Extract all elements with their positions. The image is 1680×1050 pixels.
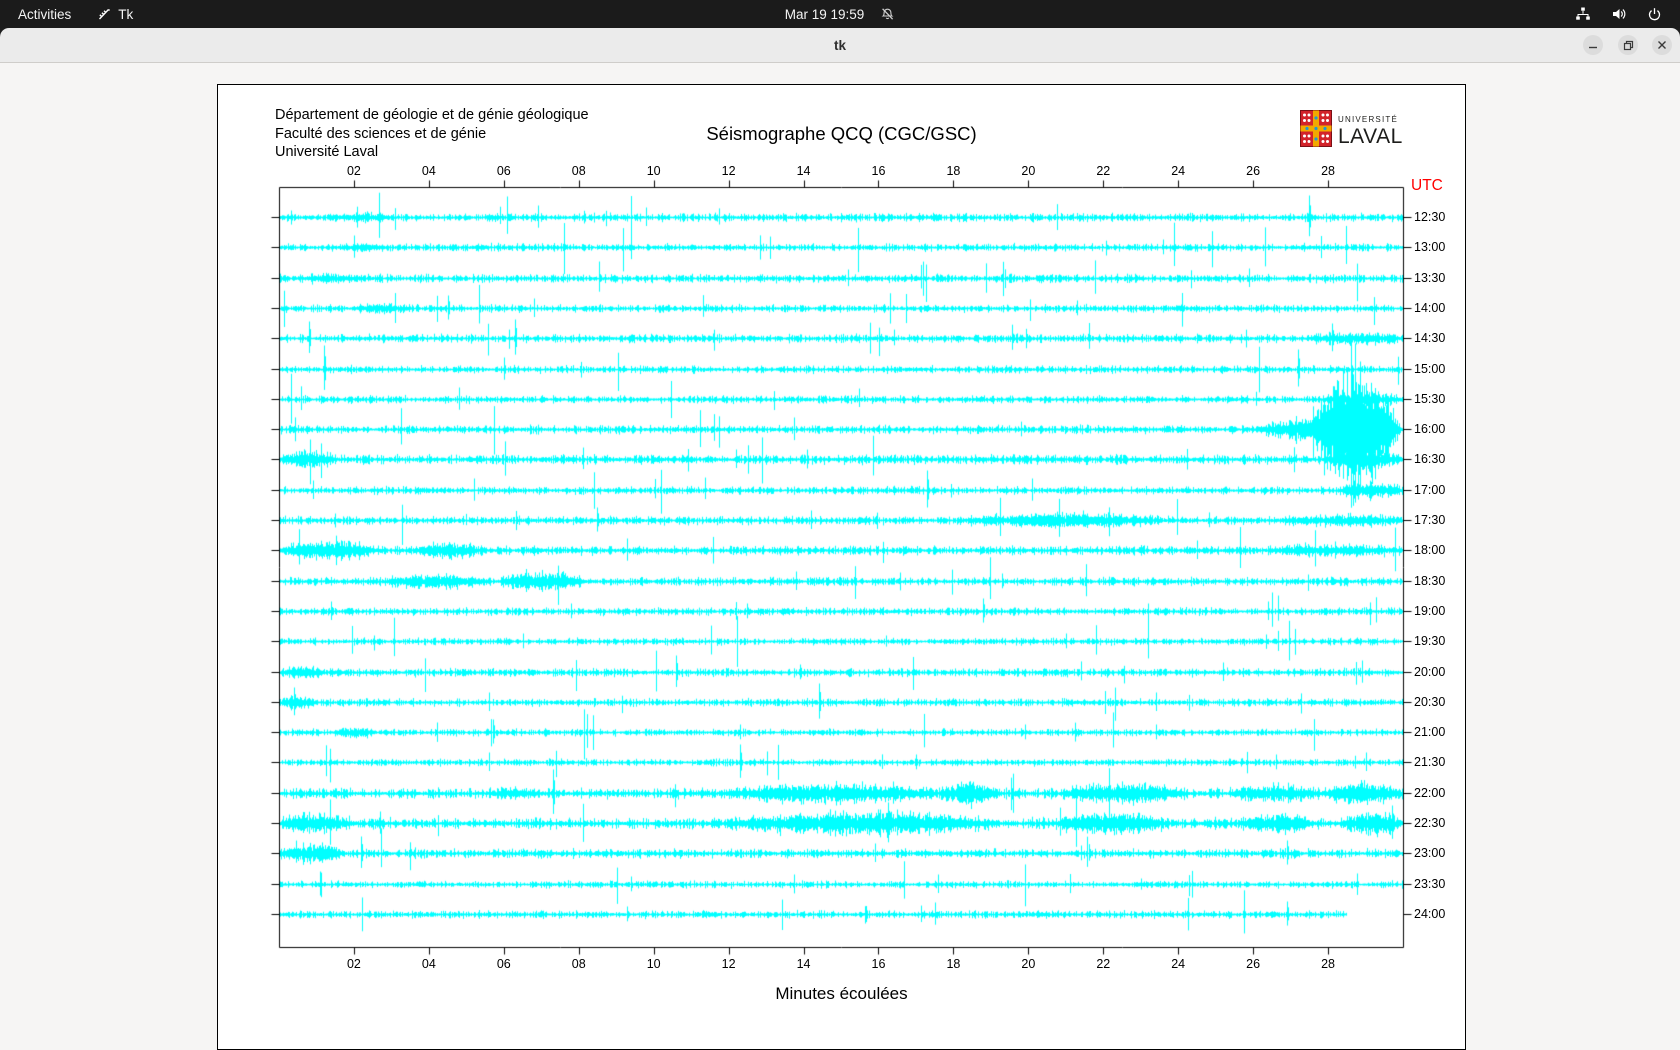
network-wired-icon[interactable]: [1575, 6, 1591, 22]
x-tick-label-top: 28: [1321, 164, 1335, 178]
utc-time-label: 12:30: [1414, 210, 1445, 225]
x-tick-label-top: 02: [347, 164, 361, 178]
minimize-button[interactable]: [1583, 35, 1603, 55]
utc-time-label: 24:00: [1414, 907, 1445, 922]
gnome-top-bar: Activities Tk Mar 19 19:59: [0, 0, 1680, 28]
x-tick-label-top: 20: [1021, 164, 1035, 178]
x-tick-label-top: 06: [497, 164, 511, 178]
x-tick-label-top: 16: [872, 164, 886, 178]
utc-time-label: 15:00: [1414, 362, 1445, 377]
power-icon[interactable]: [1647, 7, 1662, 22]
x-tick-label-bottom: 04: [422, 957, 436, 971]
close-button[interactable]: [1652, 35, 1672, 55]
window-title: tk: [0, 28, 1680, 62]
x-tick-label-bottom: 28: [1321, 957, 1335, 971]
utc-time-label: 16:00: [1414, 422, 1445, 437]
utc-time-label: 13:00: [1414, 240, 1445, 255]
x-tick-label-bottom: 02: [347, 957, 361, 971]
tk-window: tk Département de géologie et de génie g…: [0, 28, 1680, 1050]
utc-time-label: 16:30: [1414, 452, 1445, 467]
desktop: Activities Tk Mar 19 19:59: [0, 0, 1680, 1050]
window-body: Département de géologie et de génie géol…: [0, 63, 1680, 1050]
focused-app-menu[interactable]: Tk: [97, 7, 133, 22]
utc-time-label: 21:30: [1414, 755, 1445, 770]
x-tick-label-top: 18: [946, 164, 960, 178]
utc-time-label: 23:00: [1414, 846, 1445, 861]
x-tick-label-bottom: 14: [797, 957, 811, 971]
x-tick-label-bottom: 10: [647, 957, 661, 971]
utc-time-label: 15:30: [1414, 392, 1445, 407]
utc-time-label: 17:30: [1414, 513, 1445, 528]
x-tick-label-top: 14: [797, 164, 811, 178]
x-tick-label-bottom: 24: [1171, 957, 1185, 971]
utc-time-label: 17:00: [1414, 483, 1445, 498]
utc-time-label: 22:30: [1414, 816, 1445, 831]
utc-time-label: 14:30: [1414, 331, 1445, 346]
x-tick-label-bottom: 22: [1096, 957, 1110, 971]
x-tick-label-top: 10: [647, 164, 661, 178]
notifications-muted-bell-icon: [880, 7, 895, 22]
x-tick-label-bottom: 20: [1021, 957, 1035, 971]
x-tick-label-bottom: 26: [1246, 957, 1260, 971]
x-tick-label-bottom: 16: [872, 957, 886, 971]
x-axis-label: Minutes écoulées: [218, 984, 1465, 1004]
x-tick-label-top: 04: [422, 164, 436, 178]
volume-icon[interactable]: [1611, 6, 1627, 22]
tk-feather-icon: [97, 7, 111, 21]
x-tick-label-top: 12: [722, 164, 736, 178]
x-tick-label-bottom: 18: [946, 957, 960, 971]
utc-time-label: 22:00: [1414, 786, 1445, 801]
utc-time-label: 20:00: [1414, 665, 1445, 680]
utc-time-label: 13:30: [1414, 271, 1445, 286]
utc-time-label: 19:30: [1414, 634, 1445, 649]
x-tick-label-top: 08: [572, 164, 586, 178]
maximize-button[interactable]: [1618, 35, 1638, 55]
clock[interactable]: Mar 19 19:59: [785, 7, 865, 22]
utc-axis-label: UTC: [1411, 177, 1443, 195]
utc-time-label: 23:30: [1414, 877, 1445, 892]
x-tick-label-bottom: 06: [497, 957, 511, 971]
seismograph-canvas: [218, 85, 1465, 1049]
utc-time-label: 18:30: [1414, 574, 1445, 589]
seismograph-panel: Département de géologie et de génie géol…: [217, 84, 1466, 1050]
x-tick-label-top: 26: [1246, 164, 1260, 178]
utc-time-label: 19:00: [1414, 604, 1445, 619]
window-titlebar[interactable]: tk: [0, 28, 1680, 63]
x-tick-label-bottom: 08: [572, 957, 586, 971]
utc-time-label: 18:00: [1414, 543, 1445, 558]
x-tick-label-top: 22: [1096, 164, 1110, 178]
focused-app-label: Tk: [118, 7, 133, 22]
utc-time-label: 21:00: [1414, 725, 1445, 740]
x-tick-label-top: 24: [1171, 164, 1185, 178]
activities-button[interactable]: Activities: [18, 7, 71, 22]
utc-time-label: 20:30: [1414, 695, 1445, 710]
x-tick-label-bottom: 12: [722, 957, 736, 971]
utc-time-label: 14:00: [1414, 301, 1445, 316]
